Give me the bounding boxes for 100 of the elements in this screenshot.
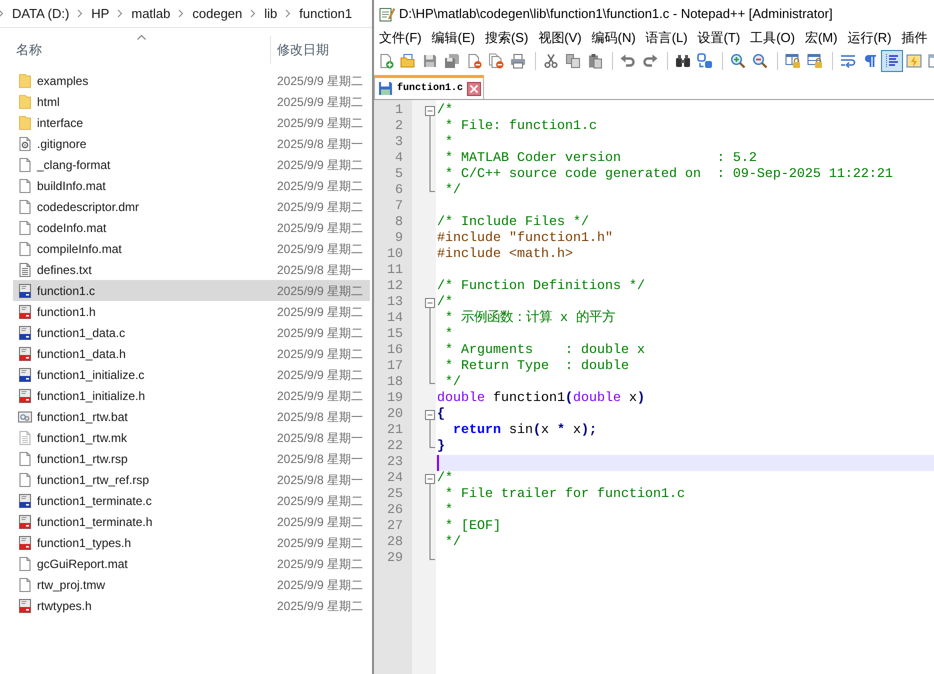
modified-date: 2025/9/9 星期二 bbox=[277, 156, 364, 174]
file-row[interactable]: function1_types.h 2025/9/9 星期二 bbox=[13, 532, 370, 553]
file-row[interactable]: defines.txt 2025/9/8 星期一 bbox=[13, 259, 370, 280]
file-row[interactable]: compileInfo.mat 2025/9/9 星期二 bbox=[13, 238, 370, 259]
code-line: /* bbox=[437, 295, 453, 311]
file-row[interactable]: function1_rtw_ref.rsp 2025/9/8 星期一 bbox=[13, 469, 370, 490]
file-name: function1.c bbox=[37, 282, 96, 300]
file-row[interactable]: function1_rtw.rsp 2025/9/8 星期一 bbox=[13, 448, 370, 469]
file-row[interactable]: function1_data.c 2025/9/9 星期二 bbox=[13, 322, 370, 343]
breadcrumb-item[interactable]: function1 bbox=[299, 4, 352, 24]
code-file-icon bbox=[17, 282, 33, 298]
file-row[interactable]: html 2025/9/9 星期二 bbox=[13, 91, 370, 112]
modified-date: 2025/9/9 星期二 bbox=[277, 178, 364, 194]
code-line: } bbox=[437, 439, 445, 455]
code-line: * File: function1.c bbox=[444, 119, 597, 135]
file-row[interactable]: codedescriptor.dmr 2025/9/9 星期二 bbox=[13, 196, 370, 217]
menu-item[interactable]: 搜索(S) bbox=[484, 28, 528, 48]
copy-icon bbox=[565, 53, 581, 69]
paste-icon bbox=[587, 53, 603, 69]
chevron-right-icon bbox=[285, 9, 292, 18]
text-file-icon bbox=[17, 430, 33, 446]
menu-item[interactable]: 编码(N) bbox=[592, 28, 636, 48]
file-row[interactable]: function1_initialize.h 2025/9/9 星期二 bbox=[13, 385, 370, 406]
file-row[interactable]: gcGuiReport.mat 2025/9/9 星期二 bbox=[13, 553, 370, 574]
fold-minus-icon[interactable] bbox=[425, 298, 435, 311]
folder-icon bbox=[17, 94, 33, 110]
file-name: .gitignore bbox=[37, 136, 86, 152]
file-row[interactable]: function1.c 2025/9/9 星期二 bbox=[13, 280, 370, 301]
breadcrumb-item[interactable]: codegen bbox=[192, 4, 242, 24]
blank-file-icon bbox=[17, 178, 33, 194]
menu-item[interactable]: 宏(M) bbox=[804, 28, 838, 48]
blank-file-icon bbox=[17, 198, 33, 214]
file-row[interactable]: function1_terminate.h 2025/9/9 星期二 bbox=[13, 511, 370, 532]
file-row[interactable]: interface 2025/9/9 星期二 bbox=[13, 112, 370, 133]
cut-icon bbox=[543, 53, 559, 69]
column-header[interactable]: 修改日期 bbox=[277, 42, 329, 57]
breadcrumb-item[interactable]: HP bbox=[91, 4, 110, 24]
fold-minus-icon[interactable] bbox=[425, 410, 435, 423]
close-icon[interactable] bbox=[467, 82, 482, 96]
file-row[interactable]: function1_rtw.bat 2025/9/8 星期一 bbox=[13, 406, 370, 427]
line-number: 13 bbox=[387, 295, 403, 311]
file-row[interactable]: function1_data.h 2025/9/9 星期二 bbox=[13, 343, 370, 364]
file-row[interactable]: buildInfo.mat 2025/9/9 星期二 bbox=[13, 175, 370, 196]
code-line: /* bbox=[437, 103, 453, 119]
line-number: 27 bbox=[387, 519, 403, 535]
file-row[interactable]: rtw_proj.tmw 2025/9/9 星期二 bbox=[13, 574, 370, 595]
code-file-icon bbox=[17, 304, 33, 320]
file-tab[interactable]: function1.c bbox=[374, 75, 484, 99]
menu-item[interactable]: 插件 bbox=[902, 28, 928, 48]
chevron-right-icon bbox=[250, 9, 256, 18]
file-name: function1_rtw.bat bbox=[37, 408, 128, 426]
menu-item[interactable]: 编辑(E) bbox=[432, 28, 475, 48]
modified-date: 2025/9/9 星期二 bbox=[277, 492, 364, 510]
pilcrow-icon bbox=[862, 53, 878, 69]
file-row[interactable]: codeInfo.mat 2025/9/9 星期二 bbox=[13, 217, 370, 238]
chevron-right-icon bbox=[117, 9, 124, 18]
code-line: * MATLAB Coder version : 5.2 bbox=[444, 151, 757, 167]
code-file-icon bbox=[17, 514, 33, 530]
file-row[interactable]: rtwtypes.h 2025/9/9 星期二 bbox=[13, 595, 370, 616]
modified-date: 2025/9/9 星期二 bbox=[277, 514, 364, 530]
toolbar-button[interactable] bbox=[881, 50, 903, 72]
modified-date: 2025/9/9 星期二 bbox=[277, 556, 364, 572]
code-line: */ bbox=[444, 535, 461, 551]
file-name: function1_initialize.h bbox=[37, 388, 146, 404]
undo-icon bbox=[620, 53, 636, 69]
file-row[interactable]: function1_initialize.c 2025/9/9 星期二 bbox=[13, 364, 370, 385]
column-header[interactable]: 名称 bbox=[16, 42, 42, 57]
zoom-in-icon bbox=[730, 53, 746, 69]
breadcrumb-item[interactable]: matlab bbox=[131, 4, 170, 24]
line-number: 8 bbox=[395, 215, 403, 231]
file-row[interactable]: function1_rtw.mk 2025/9/8 星期一 bbox=[13, 427, 370, 448]
modified-date: 2025/9/9 星期二 bbox=[277, 346, 364, 362]
file-row[interactable]: function1_terminate.c 2025/9/9 星期二 bbox=[13, 490, 370, 511]
lightning-window-icon bbox=[906, 53, 922, 69]
tab-label: function1.c bbox=[397, 82, 464, 96]
file-row[interactable]: function1.h 2025/9/9 星期二 bbox=[13, 301, 370, 322]
fold-minus-icon[interactable] bbox=[425, 106, 435, 119]
code-file-icon bbox=[17, 492, 33, 508]
menu-item[interactable]: 工具(O) bbox=[750, 28, 795, 48]
file-row[interactable]: examples 2025/9/9 星期二 bbox=[13, 70, 370, 91]
menu-item[interactable]: 运行(R) bbox=[847, 28, 892, 48]
line-number: 18 bbox=[387, 375, 403, 391]
notepad-icon bbox=[379, 6, 395, 22]
fold-minus-icon[interactable] bbox=[425, 474, 435, 487]
breadcrumb-item[interactable]: DATA (D:) bbox=[12, 4, 70, 24]
line-number: 17 bbox=[387, 359, 403, 375]
line-number: 9 bbox=[395, 231, 403, 247]
menu-item[interactable]: 设置(T) bbox=[698, 28, 740, 48]
file-row[interactable]: .gitignore 2025/9/8 星期一 bbox=[13, 133, 370, 154]
menu-item[interactable]: 语言(L) bbox=[646, 28, 688, 48]
menu-item[interactable]: 文件(F) bbox=[379, 28, 422, 48]
modified-date: 2025/9/9 星期二 bbox=[277, 220, 364, 236]
breadcrumb-item[interactable]: lib bbox=[264, 4, 278, 24]
file-row[interactable]: _clang-format 2025/9/9 星期二 bbox=[13, 154, 370, 175]
code-line: #include <math.h> bbox=[437, 247, 573, 263]
modified-date: 2025/9/9 星期二 bbox=[277, 282, 364, 300]
menu-item[interactable]: 视图(V) bbox=[538, 28, 582, 48]
modified-date: 2025/9/9 星期二 bbox=[277, 388, 364, 404]
line-number: 2 bbox=[395, 119, 403, 135]
file-name: buildInfo.mat bbox=[37, 178, 106, 194]
